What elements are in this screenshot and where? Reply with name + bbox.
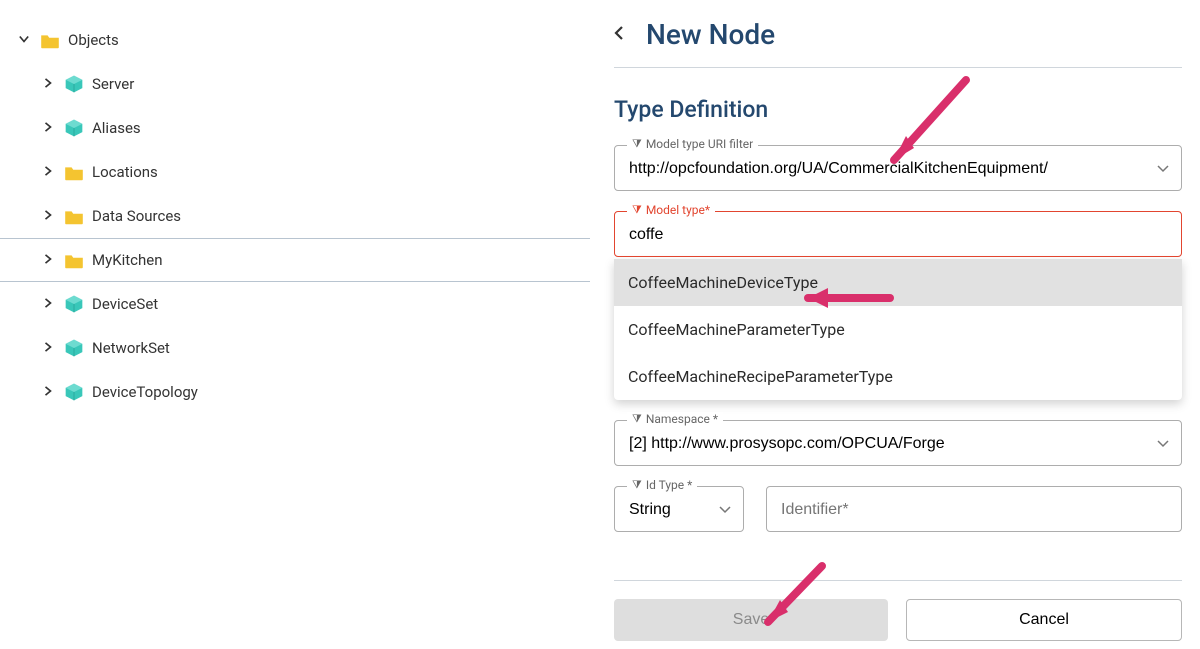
model-type-input[interactable] [615,212,1181,256]
suggestion-item[interactable]: CoffeeMachineDeviceType [614,259,1182,306]
tree-item-label: MyKitchen [92,251,163,269]
tree-item-label: DeviceTopology [92,383,198,401]
chevron-right-icon[interactable] [36,76,60,92]
tree-panel: Objects Server Aliases Locations Data Sourc… [0,0,590,649]
tree-item[interactable]: Aliases [0,106,590,150]
tree-root[interactable]: Objects [0,18,590,62]
identifier-field[interactable] [766,486,1182,532]
tree-item-label: NetworkSet [92,339,170,357]
tree-item-label: DeviceSet [92,295,158,313]
panel-title: New Node [646,18,775,51]
uri-filter-field[interactable]: ⧩ Model type URI filter [614,145,1182,191]
uri-filter-label: ⧩ Model type URI filter [627,137,758,151]
filter-icon: ⧩ [632,203,642,217]
tree-item-label: Locations [92,163,158,181]
chevron-down-icon[interactable] [12,32,36,48]
id-type-field[interactable]: ⧩ Id Type * [614,486,744,532]
back-button[interactable] [614,25,624,45]
model-type-field[interactable]: ⧩ Model type* [614,211,1182,257]
tree-item[interactable]: Locations [0,150,590,194]
tree-item[interactable]: DeviceTopology [0,370,590,414]
tree-item[interactable]: Server [0,62,590,106]
model-type-label: ⧩ Model type* [627,203,715,217]
section-title: Type Definition [614,96,1182,123]
filter-icon: ⧩ [632,412,642,426]
id-row: ⧩ Id Type * [614,486,1182,532]
folder-icon [36,31,64,49]
tree-item-label: Server [92,75,134,93]
chevron-right-icon[interactable] [36,340,60,356]
chevron-right-icon[interactable] [36,384,60,400]
tree-item[interactable]: Data Sources [0,194,590,238]
uri-filter-input[interactable] [615,146,1181,190]
chevron-right-icon[interactable] [36,208,60,224]
chevron-right-icon[interactable] [36,164,60,180]
chevron-right-icon[interactable] [36,120,60,136]
namespace-input[interactable] [615,421,1181,465]
suggestion-item[interactable]: CoffeeMachineRecipeParameterType [614,353,1182,400]
id-type-label-text: Id Type * [646,478,692,492]
form-panel: New Node Type Definition ⧩ Model type UR… [590,0,1200,649]
cube-icon [60,118,88,138]
chevron-right-icon[interactable] [36,296,60,312]
tree-item[interactable]: NetworkSet [0,326,590,370]
filter-icon: ⧩ [632,137,642,151]
model-type-suggestions: CoffeeMachineDeviceType CoffeeMachinePar… [614,259,1182,400]
tree-item[interactable]: MyKitchen [0,238,590,282]
folder-icon [60,251,88,269]
panel-header: New Node [614,18,1182,68]
cube-icon [60,294,88,314]
cancel-button[interactable]: Cancel [906,599,1182,641]
id-type-label: ⧩ Id Type * [627,478,697,492]
action-row: Save Cancel [614,580,1182,641]
tree-item[interactable]: DeviceSet [0,282,590,326]
folder-icon [60,163,88,181]
chevron-right-icon[interactable] [36,252,60,268]
suggestion-item[interactable]: CoffeeMachineParameterType [614,306,1182,353]
namespace-label: ⧩ Namespace * [627,412,723,426]
tree-item-label: Data Sources [92,207,181,225]
folder-icon [60,207,88,225]
model-type-label-text: Model type* [646,203,710,217]
cube-icon [60,382,88,402]
tree-item-label: Aliases [92,119,141,137]
cube-icon [60,338,88,358]
uri-filter-label-text: Model type URI filter [646,137,753,151]
namespace-label-text: Namespace * [646,412,718,426]
filter-icon: ⧩ [632,478,642,492]
identifier-input[interactable] [767,487,1181,531]
namespace-field[interactable]: ⧩ Namespace * [614,420,1182,466]
tree-root-label: Objects [68,31,119,49]
save-button[interactable]: Save [614,599,888,641]
cube-icon [60,74,88,94]
id-type-input[interactable] [615,487,743,531]
